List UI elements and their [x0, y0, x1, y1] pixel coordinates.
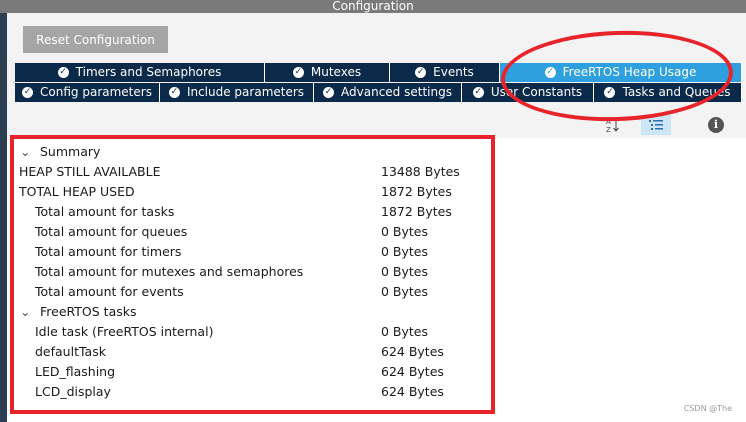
list-item: LED_flashing 624 Bytes	[35, 364, 444, 379]
check-icon: ✓	[472, 87, 484, 98]
check-icon: ✓	[323, 87, 335, 98]
section-label: Summary	[39, 144, 101, 159]
list-item: Total amount for mutexes and semaphores …	[35, 264, 429, 279]
tab-events[interactable]: ✓ Events	[390, 63, 500, 82]
tab-label: Config parameters	[40, 85, 152, 99]
info-icon[interactable]: i	[701, 115, 731, 135]
tab-label: User Constants	[490, 85, 583, 99]
tab-label: Include parameters	[186, 85, 305, 99]
tab-label: Tasks and Queues	[622, 85, 731, 99]
tab-label: FreeRTOS Heap Usage	[562, 65, 697, 79]
left-edge-strip	[0, 13, 7, 422]
window-title: Configuration	[0, 0, 746, 13]
list-item: Total amount for tasks 1872 Bytes	[35, 204, 452, 219]
svg-text:Z: Z	[606, 126, 611, 133]
sort-alpha-icon[interactable]: A Z	[598, 115, 628, 135]
tab-freertos-heap-usage[interactable]: ✓ FreeRTOS Heap Usage	[500, 63, 742, 82]
list-item: LCD_display 624 Bytes	[35, 384, 444, 399]
chevron-down-icon: ⌄	[20, 304, 31, 319]
check-icon: ✓	[544, 67, 556, 78]
tab-mutexes[interactable]: ✓ Mutexes	[265, 63, 390, 82]
check-icon: ✓	[604, 87, 616, 98]
tab-label: Events	[433, 65, 474, 79]
chevron-down-icon: ⌄	[20, 144, 31, 159]
tab-label: Advanced settings	[341, 85, 452, 99]
list-item: TOTAL HEAP USED 1872 Bytes	[19, 184, 452, 199]
list-item: Total amount for queues 0 Bytes	[35, 224, 429, 239]
check-icon: ✓	[415, 67, 427, 78]
list-item: Total amount for timers 0 Bytes	[35, 244, 429, 259]
check-icon: ✓	[292, 67, 304, 78]
tab-include-parameters[interactable]: ✓ Include parameters	[160, 83, 314, 102]
list-item: defaultTask 624 Bytes	[35, 344, 444, 359]
tab-user-constants[interactable]: ✓ User Constants	[462, 83, 594, 102]
tab-tasks-and-queues[interactable]: ✓ Tasks and Queues	[594, 83, 742, 102]
check-icon: ✓	[57, 67, 69, 78]
section-label: FreeRTOS tasks	[39, 304, 137, 319]
check-icon: ✓	[22, 87, 34, 98]
summary-section-header[interactable]: ⌄ Summary	[20, 142, 100, 162]
tab-label: Timers and Semaphores	[75, 65, 222, 79]
check-icon: ✓	[168, 87, 180, 98]
tab-config-parameters[interactable]: ✓ Config parameters	[15, 83, 160, 102]
list-item: Total amount for events 0 Bytes	[35, 284, 429, 299]
reset-configuration-button[interactable]: Reset Configuration	[23, 26, 168, 53]
list-item: Idle task (FreeRTOS internal) 0 Bytes	[35, 324, 429, 339]
watermark: CSDN @The	[683, 404, 732, 413]
list-icon[interactable]	[641, 115, 671, 135]
tab-advanced-settings[interactable]: ✓ Advanced settings	[314, 83, 462, 102]
list-item: HEAP STILL AVAILABLE 13488 Bytes	[19, 164, 460, 179]
tab-timers-and-semaphores[interactable]: ✓ Timers and Semaphores	[15, 63, 265, 82]
tasks-section-header[interactable]: ⌄ FreeRTOS tasks	[20, 302, 137, 322]
tab-label: Mutexes	[310, 65, 362, 79]
svg-text:A: A	[606, 118, 611, 126]
